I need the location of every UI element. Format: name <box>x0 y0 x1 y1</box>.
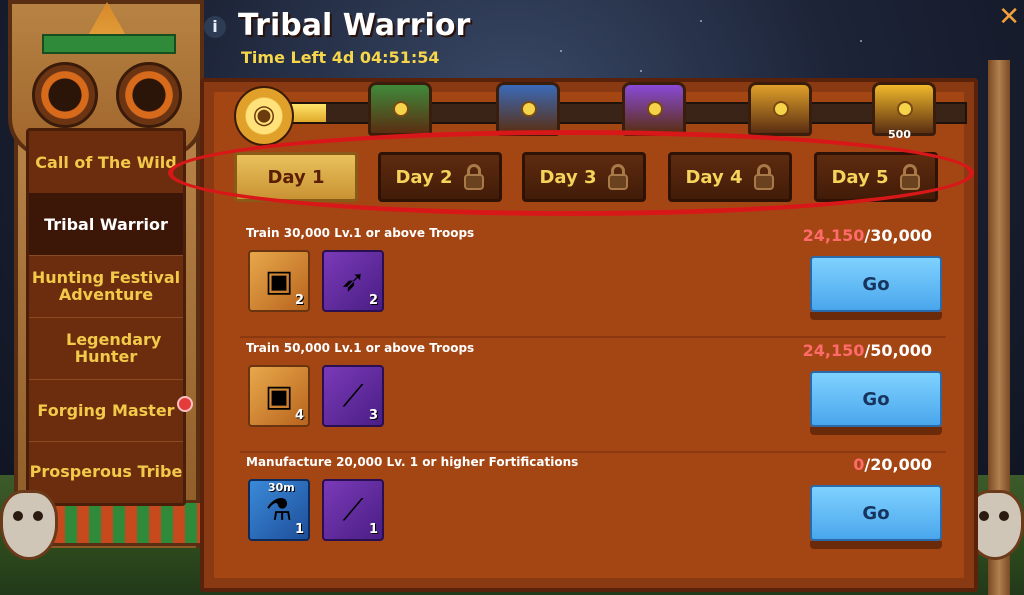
reward-count: 1 <box>294 522 304 537</box>
reward-count: 1 <box>368 522 378 537</box>
sidebar-item-legendary-hunter[interactable]: Legendary Hunter <box>29 317 183 380</box>
task-row: Manufacture 20,000 Lv. 1 or higher Forti… <box>240 455 952 567</box>
skull-decoration-left <box>0 490 58 560</box>
close-icon[interactable]: ✕ <box>998 2 1020 32</box>
task-progress-current: 0 <box>853 455 865 474</box>
go-button-shadow <box>810 427 942 435</box>
sidebar-item-tribal-warrior[interactable]: Tribal Warrior <box>29 193 183 256</box>
task-progress: 24,150/30,000 <box>803 226 932 245</box>
task-row: Train 50,000 Lv.1 or above Troops 24,150… <box>240 341 952 453</box>
sidebar-item-label: Hunting Festival Adventure <box>31 268 181 304</box>
info-icon[interactable]: i <box>204 16 226 38</box>
sidebar-item-prosperous-tribe[interactable]: Prosperous Tribe <box>29 441 183 501</box>
task-progress-current: 24,150 <box>802 226 865 245</box>
notification-dot <box>177 396 193 412</box>
go-button[interactable]: Go <box>810 485 942 541</box>
task-progress-target: /20,000 <box>864 455 932 474</box>
purple-chest-icon[interactable] <box>622 82 686 136</box>
sidebar-item-call-of-the-wild[interactable]: Call of The Wild <box>29 131 183 194</box>
sidebar-item-label: Tribal Warrior <box>44 214 168 234</box>
highlight-annotation-circle <box>168 130 974 216</box>
sidebar-item-label: Call of The Wild <box>35 152 177 172</box>
totem-eye-left <box>32 62 98 128</box>
reward-count: 4 <box>294 408 304 423</box>
task-description: Manufacture 20,000 Lv. 1 or higher Forti… <box>246 455 579 469</box>
task-description: Train 30,000 Lv.1 or above Troops <box>246 226 475 240</box>
reward-speedup-potion-icon[interactable]: 30m ⚗ 1 <box>248 479 310 541</box>
reward-wood-icon[interactable]: ⟋ 3 <box>322 365 384 427</box>
blue-chest-icon[interactable] <box>496 82 560 136</box>
sidebar-item-hunting-festival-adventure[interactable]: Hunting Festival Adventure <box>29 255 183 318</box>
time-left: Time Left 4d 04:51:54 <box>241 48 439 67</box>
totem-eye-right <box>116 62 182 128</box>
green-chest-icon[interactable] <box>368 82 432 136</box>
event-sidebar: Call of The Wild Tribal Warrior Hunting … <box>26 128 186 506</box>
sidebar-item-forging-master[interactable]: Forging Master <box>29 379 183 442</box>
time-left-label: Time Left <box>241 48 327 67</box>
task-row: Train 30,000 Lv.1 or above Troops 24,150… <box>240 226 952 338</box>
go-button[interactable]: Go <box>810 256 942 312</box>
reward-count: 2 <box>294 293 304 308</box>
sidebar-item-label: Prosperous Tribe <box>29 461 183 481</box>
points-coin-icon: ◉ <box>234 86 294 146</box>
task-progress: 24,150/50,000 <box>803 341 932 360</box>
page-title: Tribal Warrior <box>238 8 471 43</box>
reward-count: 2 <box>368 293 378 308</box>
reward-count: 3 <box>368 408 378 423</box>
task-description: Train 50,000 Lv.1 or above Troops <box>246 341 475 355</box>
reward-feather-icon[interactable]: ➶ 2 <box>322 250 384 312</box>
time-left-value: 4d 04:51:54 <box>331 48 440 67</box>
reward-chest-icon[interactable]: ▣ 4 <box>248 365 310 427</box>
go-button-shadow <box>810 541 942 549</box>
reward-chest-icon[interactable]: ▣ 2 <box>248 250 310 312</box>
divider <box>240 451 946 453</box>
divider <box>240 336 946 338</box>
sidebar-item-label: Legendary Hunter <box>66 330 162 366</box>
chest-points-label: 500 <box>888 128 911 141</box>
task-progress-target: /30,000 <box>864 226 932 245</box>
task-progress-target: /50,000 <box>864 341 932 360</box>
go-button[interactable]: Go <box>810 371 942 427</box>
reward-wood-icon[interactable]: ⟋ 1 <box>322 479 384 541</box>
totem-headband <box>42 34 176 54</box>
sidebar-item-label: Forging Master <box>37 400 175 420</box>
task-progress: 0/20,000 <box>853 455 932 474</box>
go-button-shadow <box>810 312 942 320</box>
task-progress-current: 24,150 <box>802 341 865 360</box>
gold-chest-icon[interactable] <box>748 82 812 136</box>
